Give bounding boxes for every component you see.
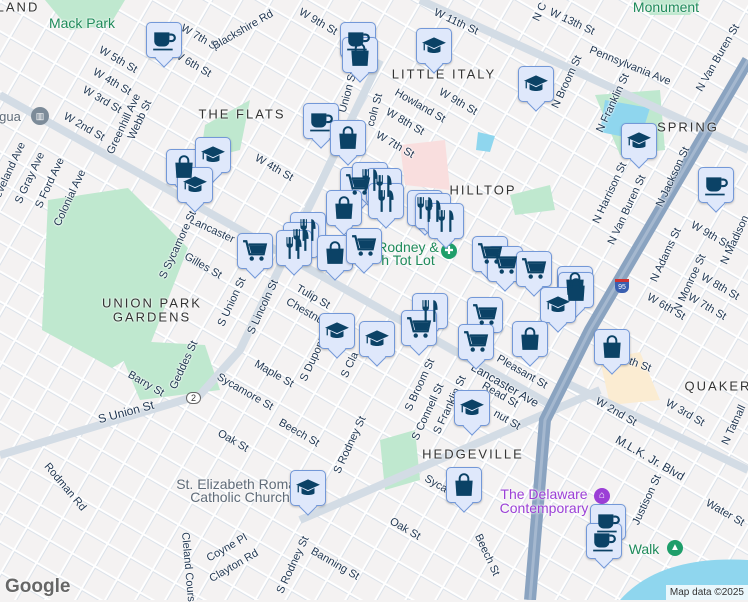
park-label[interactable]: Mack Park (49, 16, 115, 30)
restaurant-icon (378, 190, 394, 212)
map-marker-school[interactable] (359, 321, 395, 357)
shopping-cart-icon (464, 331, 489, 352)
coffee-icon (310, 113, 333, 132)
shopping-cart-icon (352, 235, 377, 256)
church-label[interactable]: Catholic Church (190, 490, 290, 504)
map-marker-school[interactable] (290, 470, 326, 506)
graduation-cap-icon (627, 132, 651, 149)
graduation-cap-icon (365, 330, 389, 347)
area-label: LAND (0, 0, 40, 15)
map-marker-coffee[interactable] (146, 22, 182, 58)
area-label: SPRING (657, 119, 719, 135)
museum-icon[interactable]: ⌂ (594, 488, 610, 504)
restaurant-icon (286, 237, 302, 259)
map-marker-fork[interactable] (276, 230, 312, 266)
graduation-cap-icon (201, 146, 225, 163)
shopping-bag-icon (521, 327, 539, 350)
graduation-cap-icon (422, 37, 446, 54)
map-marker-school[interactable] (416, 28, 452, 64)
map-marker-bag[interactable] (317, 235, 353, 271)
map-marker-bag[interactable] (326, 190, 362, 226)
map-marker-school[interactable] (319, 313, 355, 349)
google-logo: Google (5, 576, 71, 597)
area-label: HEDGEVILLE (422, 446, 524, 462)
map-marker-coffee[interactable] (698, 167, 734, 203)
area-label: GARDENS (112, 309, 192, 325)
shopping-cart-icon (473, 304, 498, 325)
coffee-icon (705, 177, 728, 196)
map-marker-coffee[interactable] (586, 523, 622, 559)
shopping-cart-icon (243, 240, 268, 261)
coffee-icon (593, 533, 616, 552)
shopping-bag-icon (603, 335, 621, 358)
park-label[interactable]: Monument (633, 0, 699, 14)
park-label[interactable]: h Tot Lot (381, 253, 434, 267)
map-marker-school[interactable] (621, 123, 657, 159)
map-marker-cart[interactable] (346, 228, 382, 264)
map-marker-bag[interactable] (512, 321, 548, 357)
map-marker-bag[interactable] (342, 37, 378, 73)
library-icon[interactable]: ▥ (31, 107, 49, 125)
shopping-cart-icon (407, 317, 432, 338)
map-marker-school[interactable] (177, 167, 213, 203)
map-marker-cart[interactable] (467, 297, 503, 333)
map-marker-cart[interactable] (516, 251, 552, 287)
shopping-bag-icon (326, 241, 344, 264)
park-label[interactable]: Walk (629, 542, 660, 556)
shopping-bag-icon (339, 126, 357, 149)
restaurant-icon (438, 210, 454, 232)
shopping-bag-icon (335, 196, 353, 219)
map-marker-bag[interactable] (446, 467, 482, 503)
graduation-cap-icon (325, 322, 349, 339)
area-label: HILLTOP (449, 182, 517, 198)
map-marker-school[interactable] (518, 66, 554, 102)
map-marker-school[interactable] (195, 137, 231, 173)
map-marker-school[interactable] (540, 287, 576, 323)
area-label: UNION PARK (102, 295, 202, 311)
map-marker-fork[interactable] (428, 203, 464, 239)
tree-icon[interactable]: ▲ (667, 540, 683, 556)
area-label: QUAKER (684, 378, 748, 394)
graduation-cap-icon (183, 176, 207, 193)
graduation-cap-icon (524, 75, 548, 92)
shopping-cart-icon (493, 253, 518, 274)
map-marker-cart[interactable] (487, 246, 523, 282)
map-marker-cart[interactable] (401, 310, 437, 346)
map-marker-coffee[interactable] (303, 103, 339, 139)
museum-label[interactable]: The Delaware (500, 487, 587, 501)
shopping-bag-icon (455, 473, 473, 496)
shopping-bag-icon (351, 43, 369, 66)
map-marker-school[interactable] (454, 390, 490, 426)
graduation-cap-icon (460, 399, 484, 416)
map-marker-bag[interactable] (330, 120, 366, 156)
interstate-shield: 95 (615, 279, 629, 293)
map-marker-cart[interactable] (237, 233, 273, 269)
graduation-cap-icon (296, 479, 320, 496)
coffee-icon (153, 32, 176, 51)
graduation-cap-icon (546, 296, 570, 313)
area-label: THE FLATS (198, 106, 286, 122)
shopping-cart-icon (522, 258, 547, 279)
area-label: LITTLE ITALY (391, 66, 497, 82)
map-attribution[interactable]: Map data ©2025 (665, 585, 748, 600)
map-marker-fork[interactable] (368, 183, 404, 219)
museum-label[interactable]: Contemporary (500, 501, 589, 515)
map-marker-cart[interactable] (458, 324, 494, 360)
map-marker-bag[interactable] (594, 329, 630, 365)
poi-label[interactable]: gua (0, 110, 21, 124)
route-badge: 2 (186, 392, 202, 404)
